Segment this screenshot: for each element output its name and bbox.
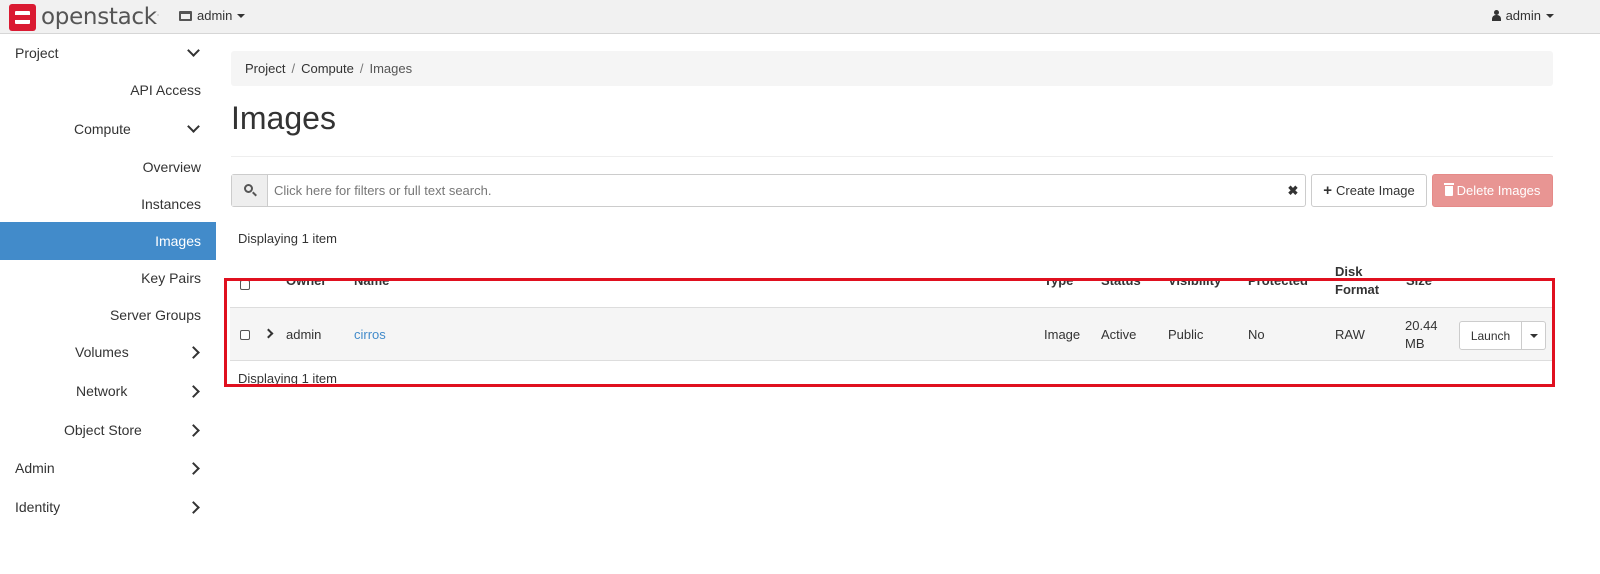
sidebar-item-key-pairs[interactable]: Key Pairs: [0, 259, 216, 297]
sidebar-item-admin[interactable]: Admin: [0, 449, 216, 487]
chevron-right-icon: [187, 423, 200, 437]
user-icon: [1491, 10, 1501, 21]
create-image-button[interactable]: + Create Image: [1311, 174, 1427, 207]
sidebar-item-label: Admin: [15, 460, 55, 476]
sidebar-item-api-access[interactable]: API Access: [0, 71, 216, 109]
caret-down-icon: [1546, 13, 1554, 18]
sidebar-item-network[interactable]: Network: [0, 372, 216, 410]
breadcrumb-compute[interactable]: Compute: [301, 61, 354, 76]
sidebar-item-label: Identity: [15, 499, 61, 515]
title-divider: [231, 156, 1553, 157]
chevron-right-icon: [187, 500, 200, 514]
brand-name: openstack.: [41, 4, 160, 30]
sidebar-item-label: Object Store: [64, 422, 142, 438]
clear-search-icon[interactable]: ✖: [1281, 175, 1305, 206]
sidebar-item-server-groups[interactable]: Server Groups: [0, 296, 216, 334]
sidebar-item-label: Server Groups: [109, 307, 201, 323]
sidebar-item-label: Project: [15, 45, 59, 61]
chevron-right-icon: [187, 461, 200, 475]
plus-icon: +: [1323, 182, 1332, 199]
sidebar-item-project[interactable]: Project: [0, 34, 216, 72]
breadcrumb-separator: /: [359, 61, 364, 76]
sidebar-item-compute[interactable]: Compute: [0, 110, 216, 148]
create-image-label: Create Image: [1336, 183, 1415, 198]
sidebar-item-label: Images: [155, 233, 201, 249]
caret-down-icon: [237, 13, 246, 18]
sidebar: Project API Access Compute Overview Inst…: [0, 34, 216, 574]
sidebar-item-label: Volumes: [75, 344, 129, 360]
user-menu[interactable]: admin: [1491, 8, 1554, 23]
search-icon: [244, 184, 253, 193]
item-count-top: Displaying 1 item: [238, 231, 337, 246]
breadcrumb-separator: /: [291, 61, 296, 76]
project-switcher[interactable]: admin: [179, 8, 246, 23]
chevron-right-icon: [187, 384, 200, 398]
openstack-logo[interactable]: openstack.: [9, 3, 159, 31]
breadcrumb-project[interactable]: Project: [245, 61, 285, 76]
highlight-box: [224, 278, 1555, 387]
sidebar-item-images[interactable]: Images: [0, 222, 216, 260]
sidebar-item-object-store[interactable]: Object Store: [0, 411, 216, 449]
chevron-down-icon: [187, 120, 200, 133]
sidebar-item-overview[interactable]: Overview: [0, 148, 216, 186]
sidebar-item-label: Compute: [74, 121, 131, 137]
delete-images-button[interactable]: Delete Images: [1432, 174, 1553, 207]
breadcrumb: Project / Compute / Images: [231, 51, 1553, 86]
trash-icon: [1443, 182, 1454, 196]
search-bar: ✖: [231, 174, 1306, 207]
search-input[interactable]: [268, 175, 1281, 206]
monitor-icon: [179, 10, 192, 21]
sidebar-item-identity[interactable]: Identity: [0, 488, 216, 526]
sidebar-item-label: API Access: [130, 82, 201, 98]
sidebar-item-label: Network: [76, 383, 128, 399]
sidebar-item-instances[interactable]: Instances: [0, 185, 216, 223]
sidebar-item-label: Overview: [142, 159, 201, 175]
sidebar-item-label: Key Pairs: [141, 270, 201, 286]
search-addon: [232, 175, 268, 206]
chevron-down-icon: [187, 44, 200, 57]
sidebar-item-volumes[interactable]: Volumes: [0, 333, 216, 371]
page-title: Images: [231, 100, 336, 136]
top-navbar: openstack. admin admin: [0, 0, 1600, 34]
chevron-right-icon: [187, 345, 200, 359]
user-menu-label: admin: [1505, 8, 1541, 23]
breadcrumb-current: Images: [369, 61, 413, 76]
delete-images-label: Delete Images: [1456, 183, 1541, 198]
openstack-logo-icon: [9, 3, 36, 31]
project-switcher-label: admin: [197, 8, 233, 23]
sidebar-item-label: Instances: [141, 196, 201, 212]
